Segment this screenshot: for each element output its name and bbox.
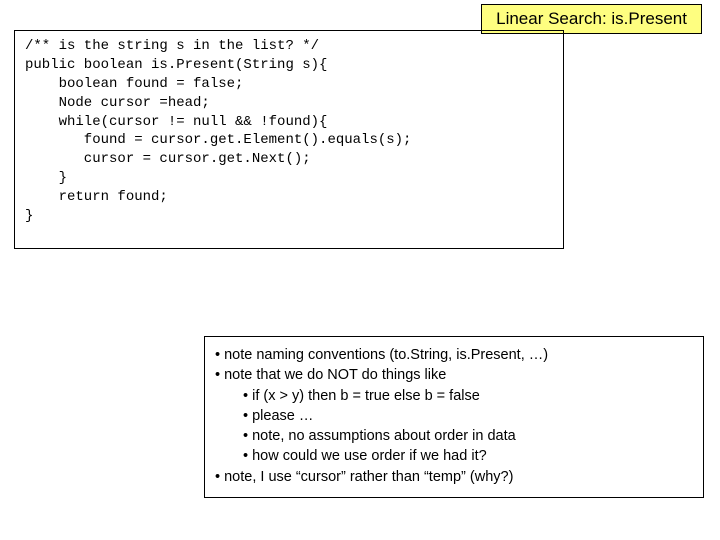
notes-item: please … <box>243 406 693 426</box>
notes-item: if (x > y) then b = true else b = false <box>243 386 693 406</box>
notes-box: note naming conventions (to.String, is.P… <box>204 336 704 498</box>
notes-list: note naming conventions (to.String, is.P… <box>215 345 693 487</box>
notes-item: how could we use order if we had it? <box>243 446 693 466</box>
notes-item: note, I use “cursor” rather than “temp” … <box>215 467 693 487</box>
notes-item: note that we do NOT do things like <box>215 365 693 385</box>
notes-item: note, no assumptions about order in data <box>243 426 693 446</box>
code-block: /** is the string s in the list? */ publ… <box>14 30 564 249</box>
notes-item: note naming conventions (to.String, is.P… <box>215 345 693 365</box>
